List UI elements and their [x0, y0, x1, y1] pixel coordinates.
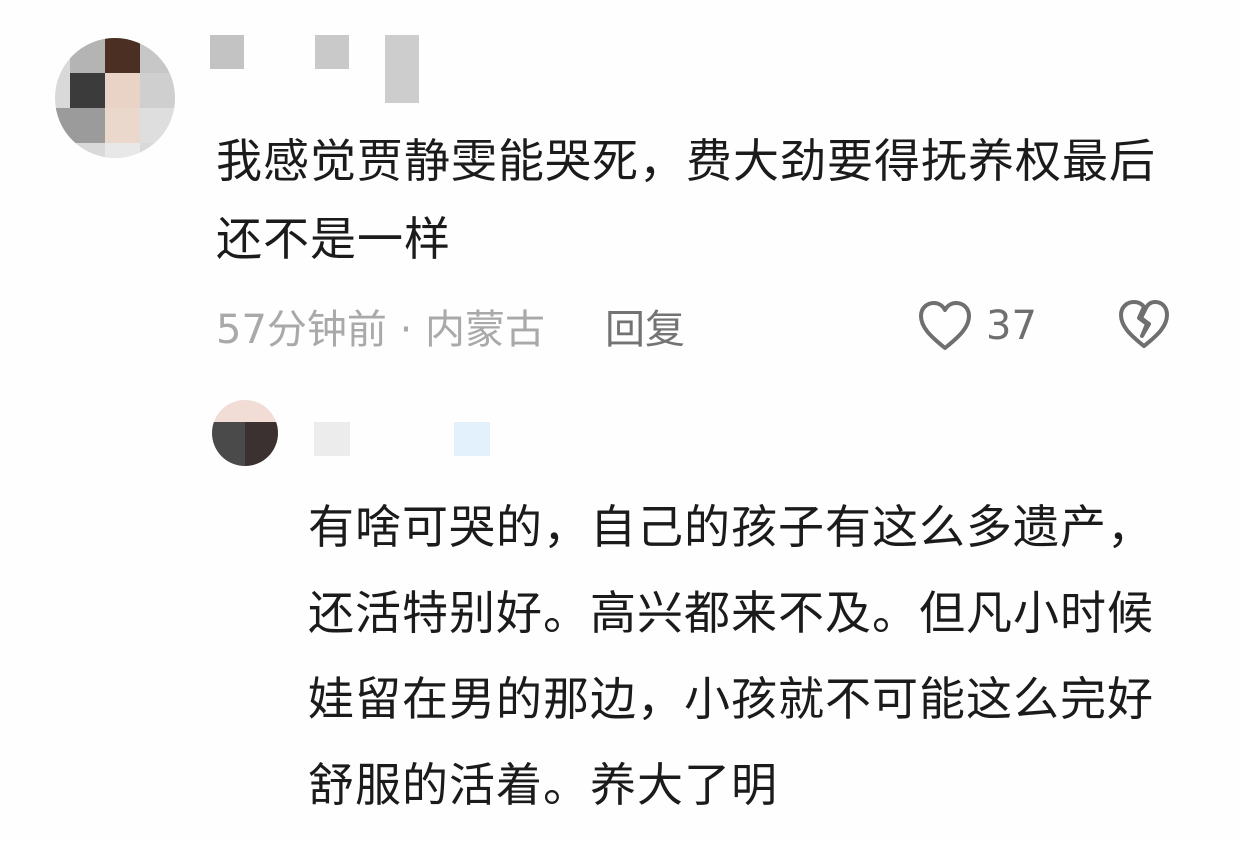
heart-outline-icon [919, 301, 971, 350]
comment-text: 我感觉贾静雯能哭死，费大劲要得抚养权最后还不是一样 [216, 134, 1156, 266]
commenter-avatar[interactable] [55, 38, 175, 158]
commenter-name[interactable] [210, 35, 430, 105]
broken-heart-icon [1119, 300, 1169, 348]
reply-button[interactable]: 回复 [605, 297, 685, 355]
dislike-button[interactable] [1116, 298, 1172, 352]
replier-avatar[interactable] [212, 400, 278, 466]
like-count: 37 [986, 303, 1037, 349]
reply-text: 有啥可哭的，自己的孩子有这么多遗产，还活特别好。高兴都来不及。但凡小时候娃留在男… [308, 500, 1154, 812]
comment-time-location: 57分钟前 · 内蒙古 [216, 307, 546, 353]
comment-thread: 我感觉贾静雯能哭死，费大劲要得抚养权最后还不是一样 57分钟前 · 内蒙古 回复… [0, 0, 1240, 841]
replier-name[interactable] [300, 416, 500, 456]
like-button[interactable]: 37 [916, 296, 1037, 356]
comment-meta: 57分钟前 · 内蒙古 回复 [216, 296, 685, 356]
